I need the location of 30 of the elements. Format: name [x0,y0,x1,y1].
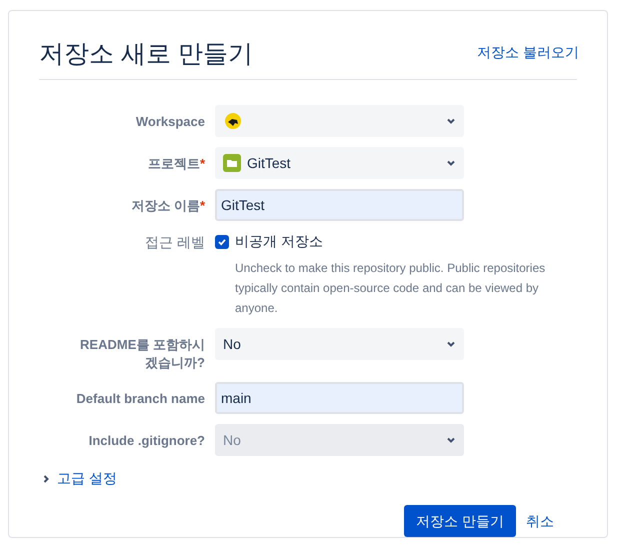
field-label: Workspace [136,114,205,129]
chevron-icon [41,474,51,484]
checkbox[interactable] [215,234,229,248]
chevron-icon [446,435,456,445]
select-field[interactable]: GitTest [215,147,464,179]
checkmark-icon [217,236,227,246]
select-field[interactable]: No [215,328,464,360]
checkbox-label: 비공개 저장소 [235,232,323,251]
field-label: Default branch name [76,391,205,406]
text-input[interactable]: main [215,382,464,414]
chevron-icon [446,158,456,168]
import-link[interactable]: 저장소 불러오기 [477,42,579,63]
advanced-toggle[interactable]: 고급 설정 [41,468,117,489]
page-title: 저장소 새로 만들기 [39,39,253,70]
field-label: 저장소 이름 [131,198,200,213]
select-field[interactable] [215,105,464,137]
create-button[interactable]: 저장소 만들기 [404,505,516,537]
field-label: Include .gitignore? [88,433,205,448]
cancel-link[interactable]: 취소 [526,510,554,532]
field-label: README를 포함하시 겠습니까? [80,337,205,370]
required-mark: * [200,198,205,213]
field-label: 프로젝트 [148,156,200,171]
required-mark: * [200,156,205,171]
chevron-icon [446,339,456,349]
folder-icon [223,154,241,172]
text-input[interactable]: GitTest [215,189,464,221]
chevron-icon [446,116,456,126]
avatar-icon [223,111,243,131]
field-label: 접근 레벨 [144,233,205,252]
help-text: Uncheck to make this repository public. Public repositories typically contain open-source code and can be viewed by anyone. [235,260,546,317]
